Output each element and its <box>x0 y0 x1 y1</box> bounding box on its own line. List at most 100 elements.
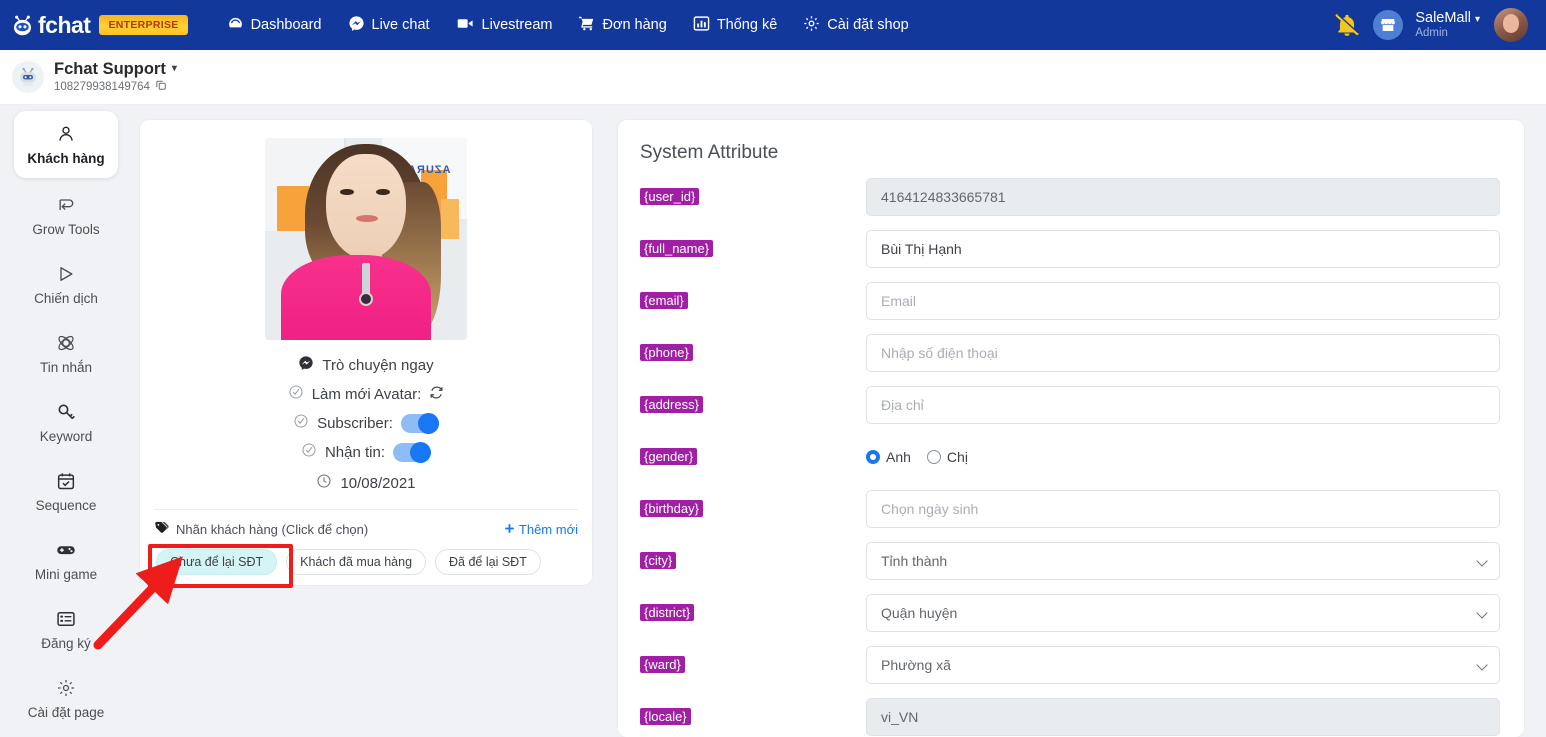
ward-select[interactable]: Phường xã <box>866 646 1500 684</box>
tag-list: Chưa để lại SĐT Khách đã mua hàng Đã để … <box>147 544 578 588</box>
attr-field <box>866 698 1500 736</box>
gender-option-chi[interactable]: Chị <box>926 449 968 465</box>
key-icon <box>56 402 76 422</box>
sidebar-item-label: Keyword <box>39 429 93 444</box>
copy-icon[interactable] <box>155 79 167 95</box>
brand[interactable]: fchat ENTERPRISE <box>10 13 188 38</box>
messenger-icon <box>348 15 365 36</box>
receive-message-row[interactable]: Nhận tin: <box>154 441 578 463</box>
sidebar-item-grow-tools[interactable]: Grow Tools <box>16 184 116 247</box>
bar-chart-icon <box>693 15 710 36</box>
avatar[interactable] <box>1492 6 1530 44</box>
full-name-input[interactable] <box>866 230 1500 268</box>
attr-label-cell: {address} <box>640 396 866 414</box>
sidebar-item-label: Khách hàng <box>27 151 105 166</box>
refresh-icon[interactable] <box>429 385 444 404</box>
sidebar-item-keyword[interactable]: Keyword <box>16 391 116 454</box>
attr-label-cell: {locale} <box>640 708 866 726</box>
sidebar-item-dang-ky[interactable]: Đăng ký <box>16 598 116 661</box>
nav-item-don-hang[interactable]: Đơn hàng <box>565 9 679 42</box>
nav-label: Thống kê <box>716 17 778 33</box>
attr-badge-full-name: {full_name} <box>640 240 714 257</box>
nav-items: Dashboard Live chat Livestream Đơn hàng … <box>214 9 922 42</box>
attr-row-phone: {phone} <box>640 334 1500 372</box>
subscriber-label: Subscriber: <box>317 414 393 432</box>
attr-badge-address: {address} <box>640 396 703 413</box>
highlighted-tag-wrapper: Chưa để lại SĐT <box>147 544 294 588</box>
tag-chip-chua-de-lai-sdt[interactable]: Chưa để lại SĐT <box>156 549 278 575</box>
top-navbar: fchat ENTERPRISE Dashboard Live chat Liv… <box>0 0 1546 50</box>
city-select[interactable]: Tỉnh thành <box>866 542 1500 580</box>
nav-item-live-chat[interactable]: Live chat <box>335 9 443 42</box>
page-selector[interactable]: Fchat Support ▾ <box>54 59 177 80</box>
add-new-label: Thêm mới <box>518 521 578 537</box>
check-circle-icon <box>288 384 304 404</box>
attr-label-cell: {email} <box>640 292 866 310</box>
refresh-avatar-label: Làm mới Avatar: <box>311 385 422 403</box>
email-input[interactable] <box>866 282 1500 320</box>
add-new-tag-button[interactable]: Thêm mới <box>504 522 578 537</box>
attr-label-cell: {district} <box>640 604 866 622</box>
gender-option-anh[interactable]: Anh <box>866 449 911 465</box>
list-form-icon <box>56 609 76 629</box>
attribute-card-title: System Attribute <box>640 142 779 163</box>
system-attribute-card: System Attribute {user_id} {full_name} <box>618 120 1524 737</box>
fchat-logo[interactable]: fchat <box>10 13 91 38</box>
nav-item-livestream[interactable]: Livestream <box>443 9 566 42</box>
plus-icon <box>504 522 515 537</box>
tag-section-title: Nhãn khách hàng (Click để chọn) <box>176 521 369 537</box>
grow-tools-icon <box>56 195 76 215</box>
account-menu[interactable]: SaleMall ▾ Admin <box>1415 10 1480 39</box>
receive-message-toggle[interactable] <box>393 441 432 463</box>
clock-icon <box>316 473 332 493</box>
nav-item-cai-dat-shop[interactable]: Cài đặt shop <box>790 9 921 42</box>
chat-now-row[interactable]: Trò chuyện ngay <box>154 355 578 375</box>
refresh-avatar-row[interactable]: Làm mới Avatar: <box>154 384 578 404</box>
nav-item-thong-ke[interactable]: Thống kê <box>680 9 790 42</box>
phone-input[interactable] <box>866 334 1500 372</box>
gender-radio-group: Anh Chị <box>866 438 1500 476</box>
tag-chip-khach-da-mua-hang[interactable]: Khách đã mua hàng <box>286 549 427 575</box>
attr-row-user-id: {user_id} <box>640 178 1500 216</box>
attr-row-locale: {locale} <box>640 698 1500 736</box>
attr-field <box>866 386 1500 424</box>
attr-row-city: {city} Tỉnh thành <box>640 542 1500 580</box>
subscriber-row[interactable]: Subscriber: <box>154 412 578 434</box>
robot-avatar-icon <box>12 61 44 93</box>
attr-field <box>866 230 1500 268</box>
receive-message-label: Nhận tin: <box>324 443 386 461</box>
sidebar-item-tin-nhan[interactable]: Tin nhắn <box>16 322 116 385</box>
store-icon[interactable] <box>1373 10 1404 40</box>
chat-now-label[interactable]: Trò chuyện ngay <box>322 357 433 374</box>
sidebar-item-cai-dat-page[interactable]: Cài đặt page <box>16 667 116 730</box>
subscriber-toggle[interactable] <box>400 412 439 434</box>
attr-field <box>866 178 1500 216</box>
check-circle-icon <box>301 442 317 462</box>
sidebar-item-label: Cài đặt page <box>27 705 105 720</box>
tag-icon <box>154 520 169 538</box>
sidebar-item-chien-dich[interactable]: Chiến dịch <box>16 253 116 316</box>
sidebar-item-sequence[interactable]: Sequence <box>16 460 116 523</box>
attr-row-ward: {ward} Phường xã <box>640 646 1500 684</box>
attr-badge-locale: {locale} <box>640 708 691 725</box>
sidebar-item-mini-game[interactable]: Mini game <box>16 529 116 592</box>
shopping-cart-icon <box>578 15 595 36</box>
page-subheader: Fchat Support ▾ 108279938149764 <box>0 50 1546 105</box>
subscribe-date: 10/08/2021 <box>340 474 416 492</box>
navbar-right: SaleMall ▾ Admin <box>1333 6 1534 44</box>
video-camera-icon <box>456 15 475 36</box>
attr-row-address: {address} <box>640 386 1500 424</box>
birthday-input[interactable] <box>866 490 1500 528</box>
address-input[interactable] <box>866 386 1500 424</box>
district-select[interactable]: Quận huyện <box>866 594 1500 632</box>
nav-label: Dashboard <box>250 17 322 33</box>
tag-chip-da-de-lai-sdt[interactable]: Đã để lại SĐT <box>435 549 541 575</box>
sidebar-item-khach-hang[interactable]: Khách hàng <box>14 111 118 178</box>
bell-slash-icon[interactable] <box>1333 12 1361 38</box>
sidebar-item-label: Grow Tools <box>32 222 100 237</box>
nav-item-dashboard[interactable]: Dashboard <box>214 9 335 42</box>
attr-badge-district: {district} <box>640 604 695 621</box>
attr-field <box>866 490 1500 528</box>
message-atom-icon <box>56 333 76 353</box>
attr-field <box>866 334 1500 372</box>
